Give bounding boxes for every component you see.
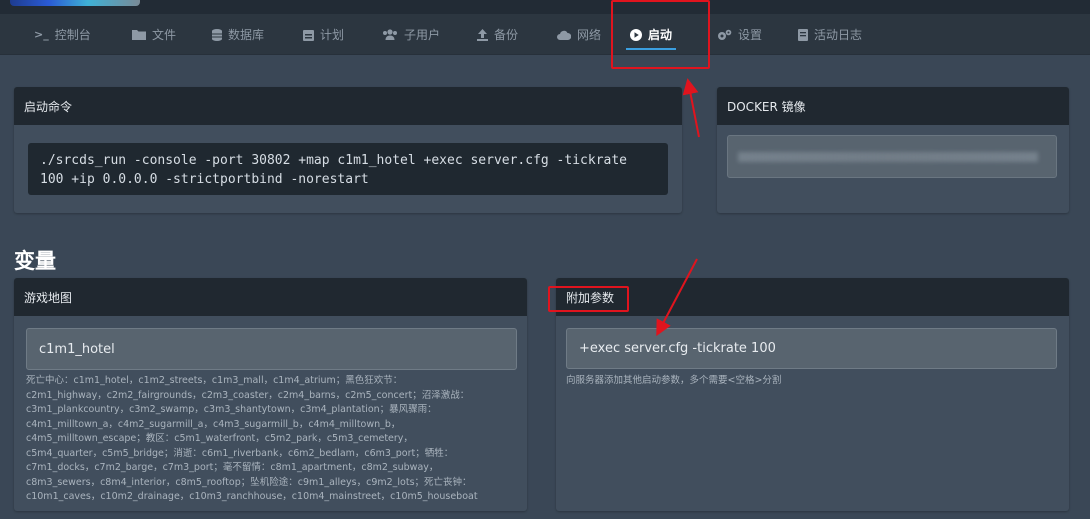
annotation-arrows xyxy=(656,78,700,337)
annotation-arrow-down xyxy=(656,258,698,337)
annotation-arrow-up xyxy=(682,78,700,138)
